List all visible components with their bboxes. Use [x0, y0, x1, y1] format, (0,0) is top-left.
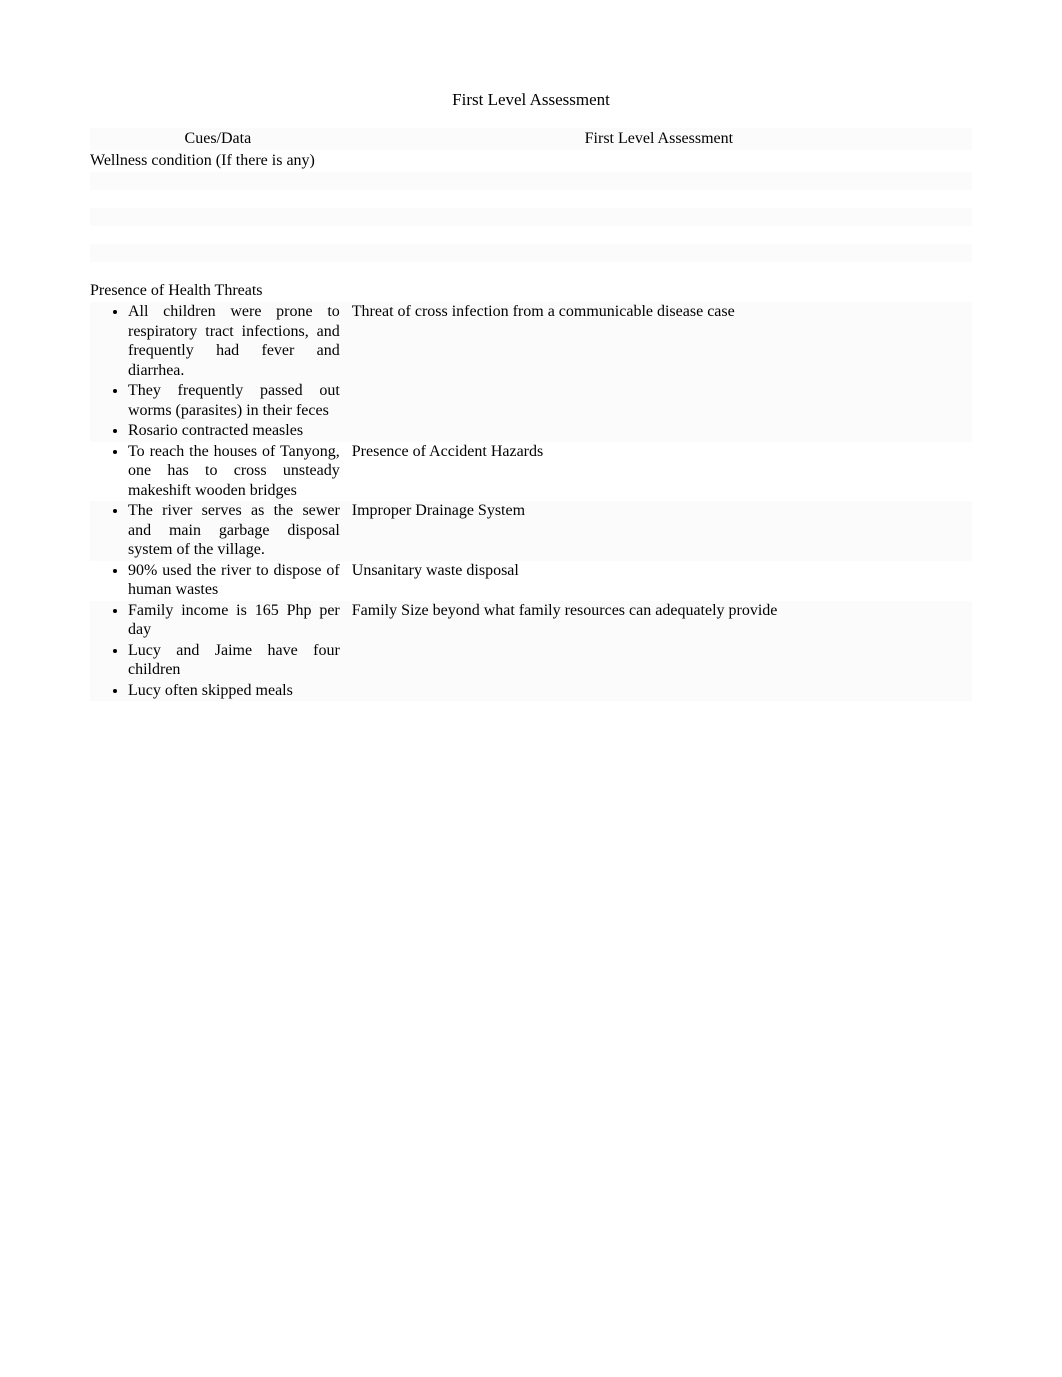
table-row: All children were prone to respiratory t…: [90, 302, 972, 442]
spacer-row: [90, 190, 972, 208]
list-item: 90% used the river to dispose of human w…: [128, 561, 340, 601]
page-title: First Level Assessment: [90, 90, 972, 110]
list-item: Family income is 165 Php per day: [128, 601, 340, 641]
assessment-table: Cues/Data First Level Assessment Wellnes…: [90, 128, 972, 701]
list-item: They frequently passed out worms (parasi…: [128, 381, 340, 421]
assessment-cell: Unsanitary waste disposal: [346, 561, 972, 601]
cues-list: Family income is 165 Php per day Lucy an…: [90, 601, 346, 702]
health-threats-heading-row: Presence of Health Threats: [90, 280, 972, 302]
assessment-cell: Threat of cross infection from a communi…: [346, 302, 972, 442]
cues-list: To reach the houses of Tanyong, one has …: [90, 442, 346, 502]
list-item: To reach the houses of Tanyong, one has …: [128, 442, 340, 502]
assessment-cell: Family Size beyond what family resources…: [346, 601, 972, 702]
table-row: 90% used the river to dispose of human w…: [90, 561, 972, 601]
cues-list: 90% used the river to dispose of human w…: [90, 561, 346, 601]
assessment-cell: Presence of Accident Hazards: [346, 442, 972, 502]
cues-cell: 90% used the river to dispose of human w…: [90, 561, 346, 601]
spacer-row: [90, 172, 972, 190]
table-row: The river serves as the sewer and main g…: [90, 501, 972, 561]
header-assessment: First Level Assessment: [346, 128, 972, 150]
spacer-row: [90, 208, 972, 226]
document-page: First Level Assessment Cues/Data First L…: [0, 0, 1062, 1377]
wellness-cell: Wellness condition (If there is any): [90, 150, 972, 172]
cues-cell: Family income is 165 Php per day Lucy an…: [90, 601, 346, 702]
cues-list: The river serves as the sewer and main g…: [90, 501, 346, 561]
cues-cell: To reach the houses of Tanyong, one has …: [90, 442, 346, 502]
list-item: Rosario contracted measles: [128, 421, 340, 442]
list-item: Lucy often skipped meals: [128, 681, 340, 702]
table-row: To reach the houses of Tanyong, one has …: [90, 442, 972, 502]
list-item: All children were prone to respiratory t…: [128, 302, 340, 381]
list-item: Lucy and Jaime have four children: [128, 641, 340, 681]
spacer-row: [90, 244, 972, 262]
cues-cell: All children were prone to respiratory t…: [90, 302, 346, 442]
health-threats-heading: Presence of Health Threats: [90, 280, 972, 302]
table-row: Family income is 165 Php per day Lucy an…: [90, 601, 972, 702]
cues-cell: The river serves as the sewer and main g…: [90, 501, 346, 561]
cues-list: All children were prone to respiratory t…: [90, 302, 346, 442]
list-item: The river serves as the sewer and main g…: [128, 501, 340, 561]
spacer-row: [90, 262, 972, 280]
spacer-row: [90, 226, 972, 244]
assessment-cell: Improper Drainage System: [346, 501, 972, 561]
header-cues: Cues/Data: [90, 128, 346, 150]
table-header-row: Cues/Data First Level Assessment: [90, 128, 972, 150]
wellness-row: Wellness condition (If there is any): [90, 150, 972, 172]
